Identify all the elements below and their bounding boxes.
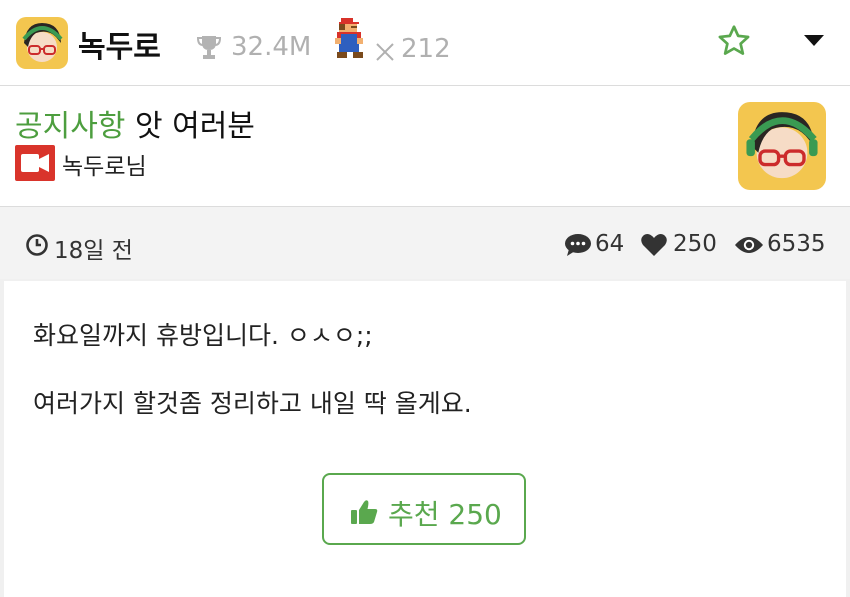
post-title[interactable]: 공지사항 앗 여러분 (15, 101, 255, 145)
video-camera-icon (15, 145, 55, 185)
trophy-icon (196, 34, 222, 64)
channel-avatar[interactable] (16, 17, 68, 69)
comment-icon (564, 233, 592, 261)
author-name[interactable]: 녹두로님 (62, 147, 147, 181)
post-title-text: 앗 여러분 (134, 109, 255, 144)
like-count: 250 (673, 231, 717, 257)
follower-count: 32.4M (231, 32, 312, 62)
star-icon[interactable] (716, 23, 752, 59)
eye-icon (734, 235, 764, 259)
post-time: 18일 전 (54, 238, 133, 264)
clock-icon (25, 233, 49, 261)
post-body-line: 여러가지 할것좀 정리하고 내일 딱 올게요. (33, 389, 472, 418)
dropdown-caret-icon[interactable] (800, 30, 828, 50)
author-avatar[interactable] (738, 102, 826, 190)
heart-icon (640, 233, 668, 261)
recommend-button[interactable]: 추천 250 (322, 473, 526, 545)
view-count: 6535 (767, 231, 826, 257)
channel-name[interactable]: 녹두로 (78, 22, 161, 66)
mario-badge-icon (333, 18, 367, 64)
post-category[interactable]: 공지사항 (15, 109, 125, 144)
thumbs-up-icon (350, 499, 378, 529)
level-count: 212 (401, 34, 451, 64)
post-body-line: 화요일까지 휴방입니다. ㅇㅅㅇ;; (33, 321, 373, 350)
times-icon (374, 41, 396, 67)
recommend-label: 추천 250 (388, 498, 502, 531)
comment-count: 64 (595, 231, 625, 257)
